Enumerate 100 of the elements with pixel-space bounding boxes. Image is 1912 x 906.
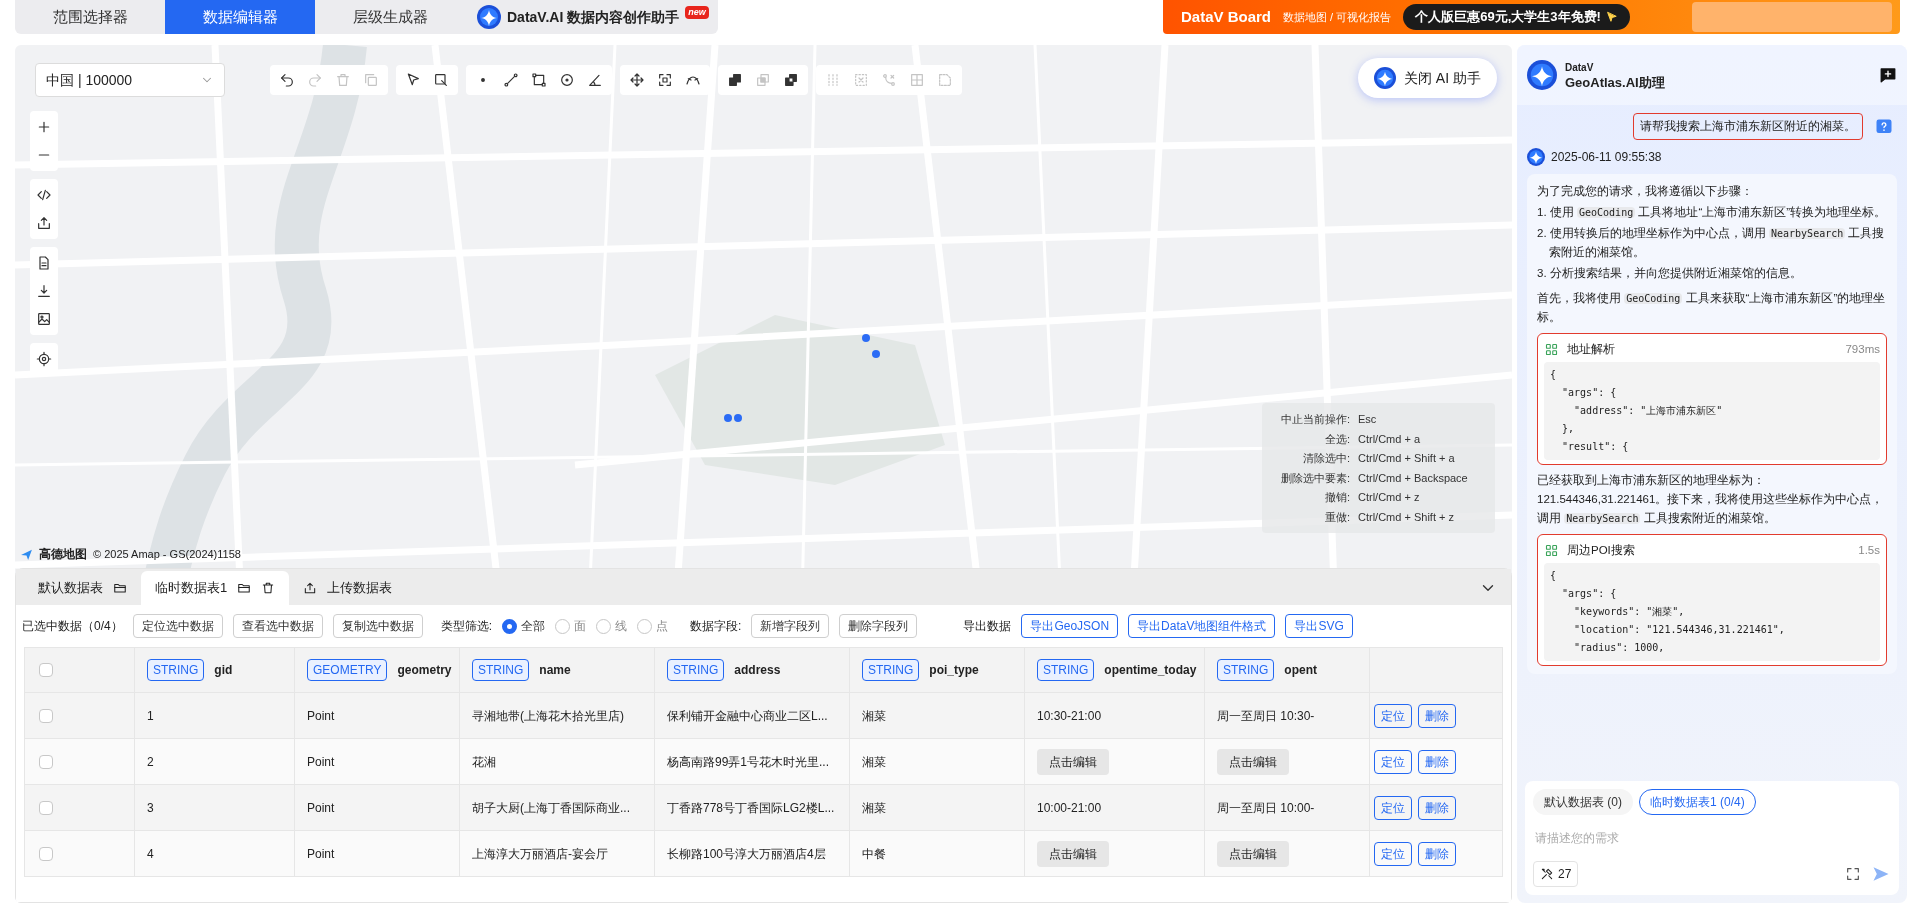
folder-icon[interactable] xyxy=(237,581,252,595)
new-chat-icon[interactable] xyxy=(1879,66,1897,84)
checkbox[interactable] xyxy=(39,800,53,815)
table-cell-text: 2 xyxy=(147,753,154,771)
edit-button[interactable]: 点击编辑 xyxy=(1217,748,1289,775)
table-cell-text: 上海淳大万丽酒店-宴会厅 xyxy=(472,845,608,863)
tools-button[interactable]: 27 xyxy=(1533,861,1579,887)
export-button[interactable]: 导出SVG xyxy=(1285,614,1353,638)
export-button[interactable]: 导出GeoJSON xyxy=(1021,614,1119,638)
table-cell-text: 周一至周日 10:30- xyxy=(1217,707,1315,725)
shortcut-keys: Ctrl/Cmd + Shift + z xyxy=(1358,508,1495,525)
arrow-logo-icon xyxy=(20,547,33,561)
type-tag: STRING xyxy=(667,659,725,681)
shortcut-keys: Ctrl/Cmd + Backspace xyxy=(1358,469,1495,486)
table-cell-text: 中餐 xyxy=(862,845,886,863)
tab[interactable]: 层级生成器 xyxy=(315,0,465,34)
field-label: 数据字段: xyxy=(690,618,742,635)
tab[interactable]: 上传数据表 xyxy=(289,571,407,605)
edit-button[interactable]: 点击编辑 xyxy=(1037,748,1109,775)
tab[interactable]: 默认数据表 xyxy=(24,571,141,605)
shortcut-keys: Ctrl/Cmd + Shift + a xyxy=(1358,450,1495,467)
message-text: 为了完成您的请求，我将遵循以下步骤： xyxy=(1537,184,1754,200)
code-block: { "args": { "keywords": "湘菜", "location": "121.544346,31.221461", "radius": 1000, xyxy=(1544,563,1880,662)
locate-button[interactable]: 定位 xyxy=(1374,795,1412,820)
delete-button[interactable]: 删除 xyxy=(1418,841,1456,866)
locate-button[interactable]: 定位 xyxy=(1374,749,1412,774)
sparkle-logo-icon xyxy=(477,5,501,29)
tab[interactable]: 数据编辑器 xyxy=(165,0,315,34)
table-cell-text: 寻湘地带(上海花木拾光里店) xyxy=(472,707,624,725)
promo-text: 个人版巨惠69元,大学生3年免费! xyxy=(1415,8,1601,26)
table-cell-text: 湘菜 xyxy=(862,753,886,771)
selection-button[interactable]: 复制选中数据 xyxy=(332,614,423,638)
list-item: 3. 分析搜索结果，并向您提供附近湘菜馆的信息。 xyxy=(1537,266,1803,282)
help-icon xyxy=(1875,117,1893,136)
radio-label[interactable]: 线 xyxy=(615,617,628,635)
table-cell-text: 花湘 xyxy=(472,753,496,771)
map-logo-text: 高德地图 xyxy=(39,546,87,563)
shortcut-keys: Esc xyxy=(1358,411,1495,428)
shortcut-action: 中止当前操作: xyxy=(1279,412,1350,427)
column-name: opentime_today xyxy=(1104,662,1197,679)
table-cell-text: Point xyxy=(307,707,335,725)
table-cell-text: 1 xyxy=(147,707,154,725)
shortcut-action: 撤销: xyxy=(1323,490,1350,505)
selection-button[interactable]: 定位选中数据 xyxy=(132,614,223,638)
filter-label: 类型筛选: xyxy=(440,618,493,635)
edit-button[interactable]: 点击编辑 xyxy=(1037,840,1109,867)
close-ai-button[interactable]: 关闭 AI 助手 xyxy=(1358,58,1497,98)
delete-button[interactable]: 删除 xyxy=(1418,703,1456,728)
tab[interactable]: 临时数据表1 xyxy=(141,571,290,605)
expand-icon[interactable] xyxy=(1845,866,1861,882)
apps-icon xyxy=(1544,341,1559,357)
type-tag: STRING xyxy=(147,659,205,681)
checkbox[interactable] xyxy=(39,846,53,861)
locate-button[interactable]: 定位 xyxy=(1374,703,1412,728)
radio-label[interactable]: 点 xyxy=(656,617,669,635)
radio-label[interactable]: 面 xyxy=(574,617,587,635)
banner-brand: DataV Board xyxy=(1181,6,1272,27)
table-cell-text: Point xyxy=(307,799,335,817)
column-name: name xyxy=(539,662,571,679)
type-tag: STRING xyxy=(1037,659,1095,681)
region-select[interactable]: 中国 | 100000 xyxy=(35,63,225,97)
table-cell-text: 丁香路778号丁香国际LG2楼L... xyxy=(667,799,835,817)
poi-marker[interactable] xyxy=(862,334,870,342)
checkbox[interactable] xyxy=(39,663,53,677)
radio-button[interactable] xyxy=(502,618,518,634)
edit-button[interactable]: 点击编辑 xyxy=(1217,840,1289,867)
tool-duration: 793ms xyxy=(1845,341,1880,357)
tab[interactable]: 范围选择器 xyxy=(15,0,165,34)
chat-input-box[interactable]: 默认数据表 (0) 临时数据表1 (0/4) 请描述您的需求 27 xyxy=(1525,781,1899,895)
tab-label: 上传数据表 xyxy=(327,579,393,598)
promo-pill[interactable]: 个人版巨惠69元,大学生3年免费! xyxy=(1403,4,1630,30)
checkbox[interactable] xyxy=(39,708,53,723)
upload-icon[interactable] xyxy=(303,581,318,595)
assistant-title: GeoAtlas.AI助理 xyxy=(1565,75,1665,90)
field-button[interactable]: 新增字段列 xyxy=(751,614,830,638)
selection-button[interactable]: 查看选中数据 xyxy=(232,614,323,638)
delete-button[interactable]: 删除 xyxy=(1418,749,1456,774)
poi-marker[interactable] xyxy=(872,350,880,358)
message-input[interactable]: 请描述您的需求 xyxy=(1533,821,1891,855)
promo-banner[interactable]: DataV Board 数据地图 / 可视化报告 个人版巨惠69元,大学生3年免费! xyxy=(1163,0,1900,34)
delete-button[interactable]: 删除 xyxy=(1418,795,1456,820)
ai-assistant-tab[interactable]: DataV.AI 数据内容创作助手 new xyxy=(465,0,709,34)
folder-icon[interactable] xyxy=(113,581,127,595)
radio-label[interactable]: 全部 xyxy=(521,617,546,635)
field-button[interactable]: 删除字段列 xyxy=(839,614,918,638)
table-cell-text: Point xyxy=(307,845,335,863)
type-tag: STRING xyxy=(862,659,920,681)
table-cell-text: 保利铺开金融中心商业二区L... xyxy=(667,707,828,725)
poi-marker[interactable] xyxy=(724,414,732,422)
locate-button[interactable]: 定位 xyxy=(1374,841,1412,866)
table-chip[interactable]: 默认数据表 (0) xyxy=(1533,789,1633,815)
checkbox[interactable] xyxy=(39,754,53,769)
poi-marker[interactable] xyxy=(734,414,742,422)
shortcut-keys: Ctrl/Cmd + a xyxy=(1358,430,1495,447)
shortcut-action: 全选: xyxy=(1323,431,1350,447)
export-button[interactable]: 导出DataV地图组件格式 xyxy=(1128,614,1276,638)
trash-icon[interactable] xyxy=(261,581,276,595)
code-block: { "args": { "address": "上海市浦东新区" }, "result": { xyxy=(1544,362,1880,461)
tool-title: 地址解析 xyxy=(1567,341,1615,357)
list-item: 2. 使用转换后的地理坐标作为中心点，调用 NearbySearch 工具搜索附近的湘菜馆。 xyxy=(1537,226,1886,261)
